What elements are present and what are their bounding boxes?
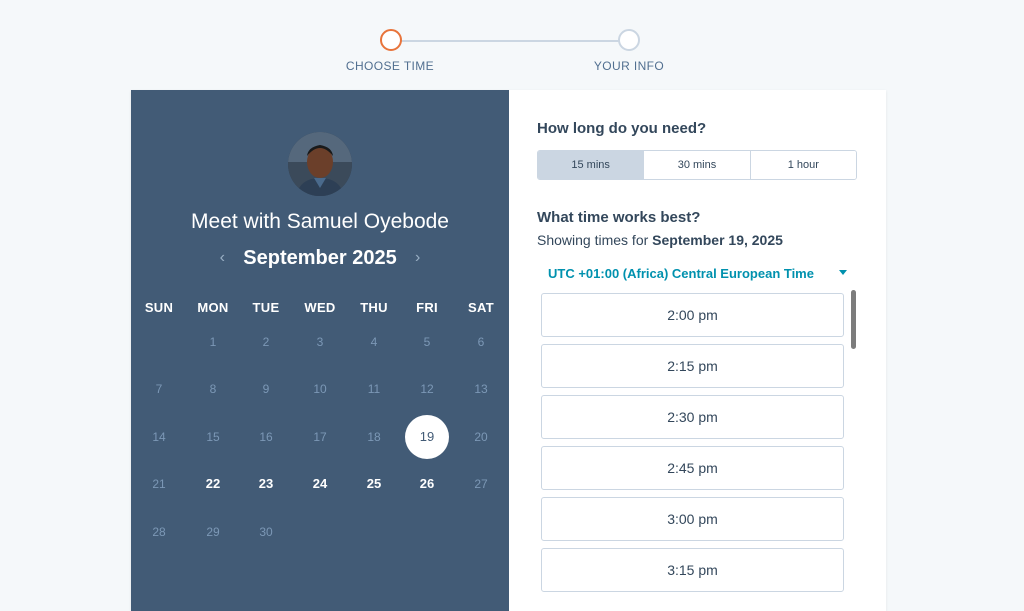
time-selection-panel: How long do you need? 15 mins 30 mins 1 … bbox=[509, 90, 886, 611]
calendar-day: 12 bbox=[420, 382, 434, 396]
month-label: September 2025 bbox=[243, 246, 397, 269]
calendar-day: 10 bbox=[313, 382, 327, 396]
calendar-day: 17 bbox=[313, 430, 327, 444]
duration-toggle-group: 15 mins 30 mins 1 hour bbox=[537, 150, 857, 180]
duration-option-15-mins[interactable]: 15 mins bbox=[538, 151, 645, 179]
calendar-panel: Meet with Samuel Oyebode ‹ September 202… bbox=[131, 90, 509, 611]
duration-option-30-mins[interactable]: 30 mins bbox=[644, 151, 751, 179]
calendar-day-selected[interactable]: 19 bbox=[405, 415, 449, 459]
calendar-day: 28 bbox=[152, 525, 166, 539]
calendar-day: 3 bbox=[316, 335, 324, 349]
weekday-header: WED bbox=[304, 300, 336, 315]
next-month-chevron-icon[interactable]: › bbox=[411, 249, 425, 267]
calendar-day: 16 bbox=[259, 430, 273, 444]
time-slot-button[interactable]: 2:45 pm bbox=[541, 446, 844, 490]
timezone-dropdown[interactable]: UTC +01:00 (Africa) Central European Tim… bbox=[548, 264, 848, 282]
time-slot-button[interactable]: 2:00 pm bbox=[541, 293, 844, 337]
calendar-day: 18 bbox=[367, 430, 381, 444]
time-heading: What time works best? bbox=[537, 209, 701, 226]
calendar-day: 30 bbox=[259, 525, 273, 539]
showing-prefix: Showing times for bbox=[537, 232, 653, 248]
step-your-info-label: YOUR INFO bbox=[593, 59, 665, 73]
calendar-day: 29 bbox=[206, 525, 220, 539]
meeting-title: Meet with Samuel Oyebode bbox=[191, 210, 449, 233]
calendar-day: 11 bbox=[367, 382, 381, 396]
calendar-day[interactable]: 23 bbox=[246, 464, 286, 504]
calendar-day[interactable]: 22 bbox=[193, 464, 233, 504]
weekday-header: SUN bbox=[144, 300, 174, 315]
calendar-day: 4 bbox=[370, 335, 378, 349]
time-slot-button[interactable]: 2:15 pm bbox=[541, 344, 844, 388]
calendar-day: 7 bbox=[155, 382, 163, 396]
calendar-day[interactable]: 24 bbox=[300, 464, 340, 504]
weekday-header: THU bbox=[360, 300, 388, 315]
calendar-day: 27 bbox=[474, 477, 488, 491]
time-slot-list: 2:00 pm 2:15 pm 2:30 pm 2:45 pm 3:00 pm … bbox=[541, 293, 845, 611]
duration-option-1-hour[interactable]: 1 hour bbox=[750, 151, 856, 179]
month-navigation: ‹ September 2025 › bbox=[131, 244, 509, 272]
duration-heading: How long do you need? bbox=[537, 120, 707, 137]
showing-times-text: Showing times for September 19, 2025 bbox=[537, 232, 783, 248]
calendar-day: 21 bbox=[152, 477, 166, 491]
weekday-header: FRI bbox=[416, 300, 438, 315]
calendar-day: 14 bbox=[152, 430, 166, 444]
weekday-header: TUE bbox=[252, 300, 280, 315]
caret-down-icon bbox=[839, 270, 847, 275]
time-slot-button[interactable]: 3:00 pm bbox=[541, 497, 844, 541]
weekday-header: MON bbox=[197, 300, 229, 315]
step-choose-time-indicator bbox=[380, 29, 402, 51]
step-your-info-indicator bbox=[618, 29, 640, 51]
progress-stepper: CHOOSE TIME YOUR INFO bbox=[0, 0, 1024, 90]
calendar-day: 1 bbox=[209, 335, 217, 349]
calendar-day: 2 bbox=[262, 335, 270, 349]
time-slot-button[interactable]: 2:30 pm bbox=[541, 395, 844, 439]
time-slot-scrollbar[interactable] bbox=[851, 290, 856, 349]
calendar-day[interactable]: 26 bbox=[407, 464, 447, 504]
stepper-line bbox=[391, 40, 629, 42]
calendar-day[interactable]: 25 bbox=[354, 464, 394, 504]
host-avatar bbox=[288, 132, 352, 196]
timezone-label: UTC +01:00 (Africa) Central European Tim… bbox=[548, 265, 814, 281]
calendar-day: 6 bbox=[477, 335, 485, 349]
calendar-day: 13 bbox=[474, 382, 488, 396]
weekday-header: SAT bbox=[468, 300, 494, 315]
calendar-day: 20 bbox=[474, 430, 488, 444]
calendar-day: 15 bbox=[206, 430, 220, 444]
calendar-day: 8 bbox=[209, 382, 217, 396]
calendar-day: 5 bbox=[423, 335, 431, 349]
calendar-day: 9 bbox=[262, 382, 270, 396]
showing-date: September 19, 2025 bbox=[652, 232, 783, 248]
time-slot-button[interactable]: 3:15 pm bbox=[541, 548, 844, 592]
booking-card: Meet with Samuel Oyebode ‹ September 202… bbox=[131, 90, 886, 611]
prev-month-chevron-icon[interactable]: ‹ bbox=[215, 249, 229, 267]
step-choose-time-label: CHOOSE TIME bbox=[345, 59, 435, 73]
